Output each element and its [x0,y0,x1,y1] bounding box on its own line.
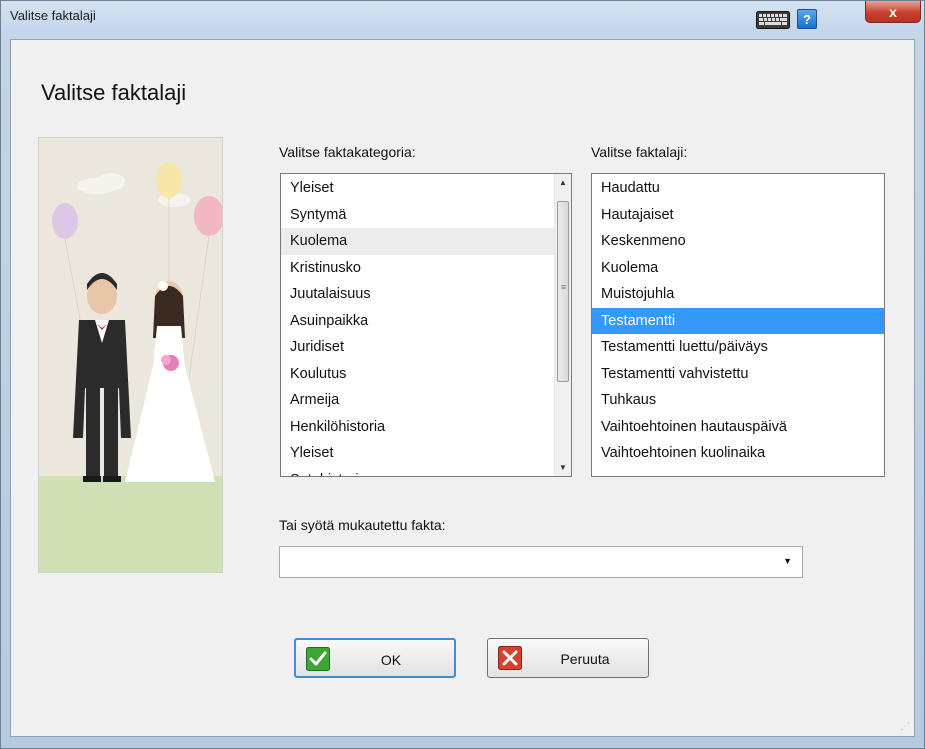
fact-type-label: Valitse faktalaji: [591,144,688,160]
cancel-button[interactable]: Peruuta [487,638,649,678]
custom-fact-combobox[interactable]: ▼ [279,546,803,578]
list-item[interactable]: Henkilöhistoria [281,414,571,441]
resize-grip-icon[interactable]: ⋰ [900,721,910,732]
list-item[interactable]: Testamentti vahvistettu [592,361,884,388]
ok-button[interactable]: OK [294,638,456,678]
list-item[interactable]: Vaihtoehtoinen kuolinaika [592,440,884,467]
list-item[interactable]: Testamentti [592,307,884,334]
keyboard-icon[interactable] [754,10,792,30]
list-item[interactable]: Testamentti luettu/päiväys [592,334,884,361]
wedding-illustration [38,137,223,573]
list-item[interactable]: Koulutus [281,361,571,388]
cancel-label: Peruuta [560,651,610,667]
category-scrollbar[interactable]: ▲ ≡ ▼ [554,174,571,476]
scroll-down-arrow-icon[interactable]: ▼ [555,459,571,476]
close-icon: x [889,3,897,20]
title-bar: Valitse faktalaji ? x [1,1,924,33]
x-icon [498,646,522,670]
list-item[interactable]: Yleiset [281,175,571,202]
close-button[interactable]: x [865,1,921,23]
list-item[interactable]: Kuolema [281,228,571,255]
category-label: Valitse faktakategoria: [279,144,416,160]
list-item[interactable]: Juutalaisuus [281,281,571,308]
list-item[interactable]: Haudattu [592,175,884,202]
category-list: Yleiset Syntymä Kuolema Kristinusko Juutalai… [281,174,571,477]
dialog-window: Valitse faktalaji ? x Valitse faktalaji [0,0,925,749]
dropdown-arrow-icon[interactable]: ▼ [783,556,792,566]
fact-type-list: Haudattu Hautajaiset Keskenmeno Kuolema Muis… [592,174,884,467]
list-item[interactable]: Kuolema [592,255,884,282]
window-title: Valitse faktalaji [10,8,96,23]
list-item[interactable]: Vaihtoehtoinen hautauspäivä [592,414,884,441]
list-item[interactable]: Syntymä [281,202,571,229]
dialog-content: Valitse faktalaji Valitse faktakategoria… [10,39,915,737]
help-button[interactable]: ? [797,9,817,29]
list-item[interactable]: Juridiset [281,334,571,361]
fact-type-listbox[interactable]: Haudattu Hautajaiset Keskenmeno Kuolema Muis… [591,173,885,477]
help-icon: ? [803,11,811,27]
scroll-up-arrow-icon[interactable]: ▲ [555,174,571,191]
scroll-thumb[interactable]: ≡ [557,201,569,382]
custom-fact-label: Tai syötä mukautettu fakta: [279,517,446,533]
grip-icon: ≡ [561,282,567,292]
list-item[interactable]: Sotahistoria... [281,467,571,477]
list-item[interactable]: Tuhkaus [592,387,884,414]
list-item[interactable]: Keskenmeno [592,228,884,255]
list-item[interactable]: Asuinpaikka [281,308,571,335]
page-title: Valitse faktalaji [41,80,187,105]
list-item[interactable]: Hautajaiset [592,202,884,229]
list-item[interactable]: Muistojuhla [592,281,884,308]
ok-label: OK [380,652,402,668]
list-item[interactable]: Kristinusko [281,255,571,282]
category-listbox[interactable]: Yleiset Syntymä Kuolema Kristinusko Juutalai… [280,173,572,477]
checkmark-icon [306,647,330,671]
list-item[interactable]: Yleiset [281,440,571,467]
list-item[interactable]: Armeija [281,387,571,414]
